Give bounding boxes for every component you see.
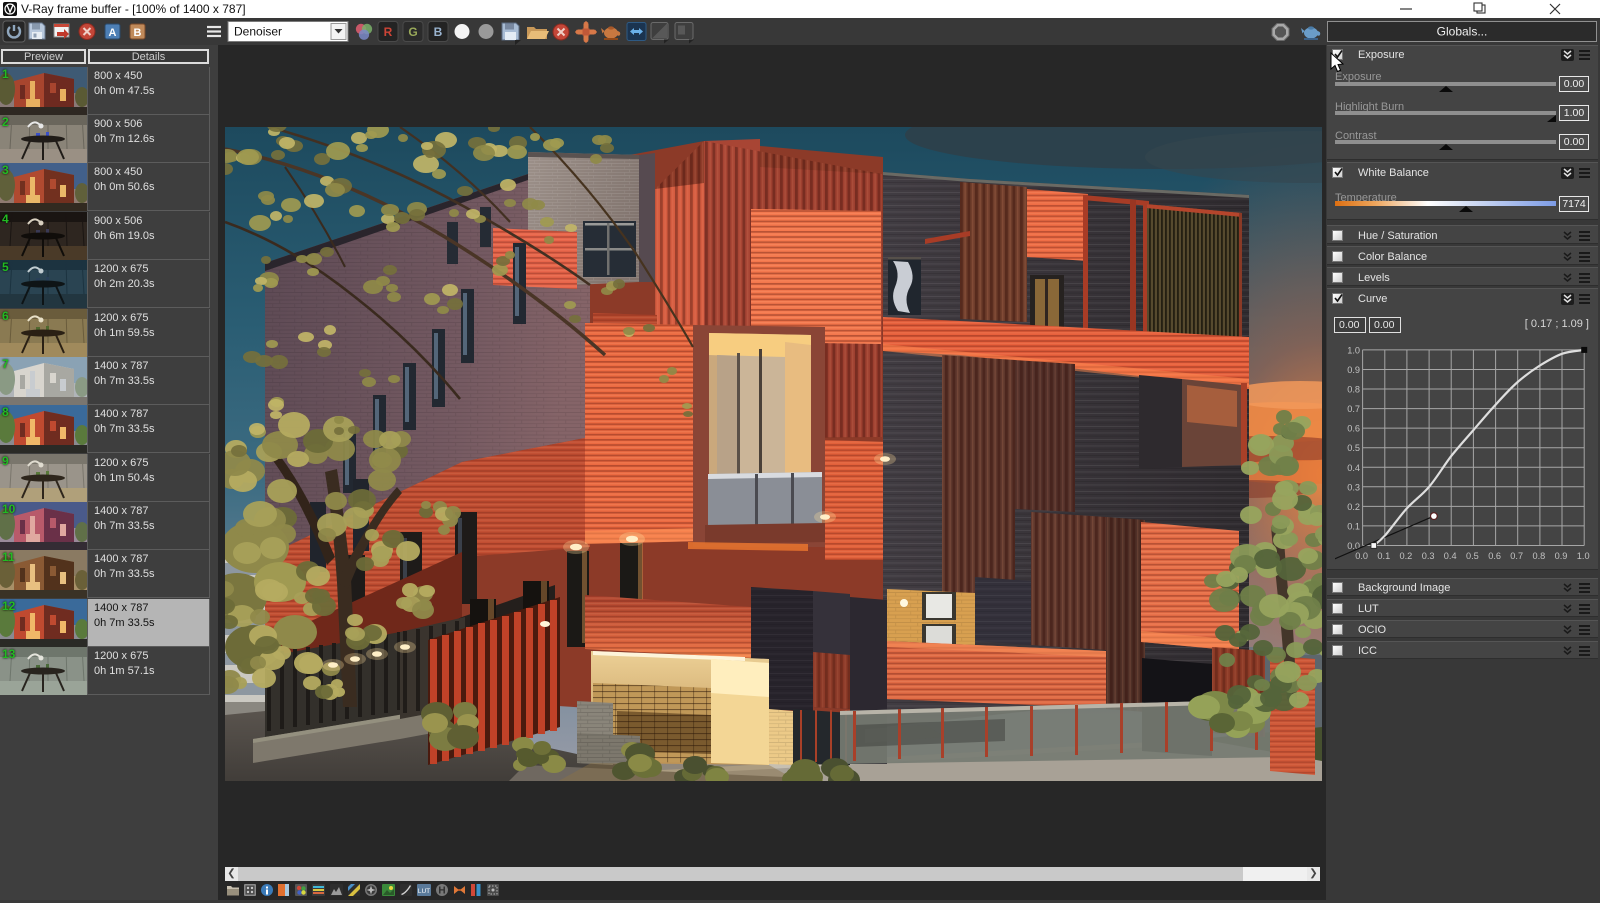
svg-text:0.4: 0.4 [1347, 463, 1360, 473]
svg-text:B: B [134, 27, 142, 39]
svg-text:0.0: 0.0 [1347, 541, 1360, 551]
svg-text:H: H [438, 886, 445, 897]
svg-text:1.0: 1.0 [1347, 345, 1360, 355]
svg-text:0.2: 0.2 [1347, 502, 1360, 512]
svg-text:0.9: 0.9 [1347, 365, 1360, 375]
svg-text:0.8: 0.8 [1347, 385, 1360, 395]
svg-text:Globals...: Globals... [1437, 25, 1488, 39]
svg-text:0.8: 0.8 [1533, 551, 1546, 561]
svg-text:0.7: 0.7 [1510, 551, 1523, 561]
svg-text:0.3: 0.3 [1347, 482, 1360, 492]
svg-text:0.5: 0.5 [1466, 551, 1479, 561]
svg-text:0.3: 0.3 [1422, 551, 1435, 561]
svg-text:G: G [408, 25, 417, 39]
svg-text:0.6: 0.6 [1347, 424, 1360, 434]
svg-text:0.9: 0.9 [1555, 551, 1568, 561]
svg-text:A: A [109, 27, 117, 39]
svg-text:0.5: 0.5 [1347, 443, 1360, 453]
svg-text:0.1: 0.1 [1347, 521, 1360, 531]
svg-text:R: R [384, 25, 393, 39]
svg-text:0.2: 0.2 [1400, 551, 1413, 561]
svg-text:0.0: 0.0 [1355, 551, 1368, 561]
svg-text:1.0: 1.0 [1577, 551, 1590, 561]
svg-text:0.1: 0.1 [1377, 551, 1390, 561]
svg-text:0.6: 0.6 [1488, 551, 1501, 561]
svg-text:LUT: LUT [418, 888, 430, 895]
svg-text:0.4: 0.4 [1444, 551, 1457, 561]
svg-text:0.7: 0.7 [1347, 404, 1360, 414]
svg-text:Denoiser: Denoiser [234, 25, 282, 39]
svg-text:B: B [434, 25, 443, 39]
